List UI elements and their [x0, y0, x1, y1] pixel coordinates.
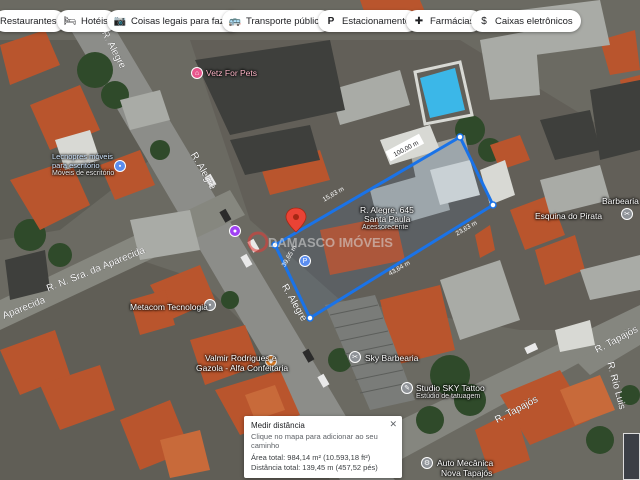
chip-parking[interactable]: P Estacionamento — [318, 10, 419, 32]
chip-label: Caixas eletrônicos — [495, 15, 573, 27]
furniture-store-icon[interactable]: ▪ — [114, 160, 126, 172]
chip-label: Coisas legais para fazer — [131, 15, 233, 27]
layer-thumbnail[interactable] — [623, 433, 640, 480]
place-label-metacom[interactable]: Metacom Tecnologia — [130, 302, 208, 312]
chip-transit[interactable]: 🚌 Transporte público — [222, 10, 333, 32]
chip-label: Farmácias — [430, 15, 475, 27]
transit-icon: 🚌 — [228, 15, 242, 27]
camera-icon: 📷 — [113, 15, 127, 27]
place-label-valmir-2: Gazola - Alfa Confeitaria — [196, 363, 289, 373]
hotel-icon: 🛏 — [63, 15, 77, 27]
place-label-pirata[interactable]: Esquina do Pirata — [535, 211, 602, 221]
watermark-text: DAMASCO IMÓVEIS — [268, 235, 393, 250]
atm-icon: $ — [481, 15, 487, 27]
place-label-sky-barbearia[interactable]: Sky Barbearia — [365, 353, 418, 363]
chip-atms[interactable]: $ Caixas eletrônicos — [471, 10, 581, 32]
parking-icon: P — [327, 15, 335, 27]
category-chips-bar: Restaurantes 🛏 Hotéis 📷 Coisas legais pa… — [0, 10, 640, 34]
place-label-lecnopres-sub2: Móveis de escritório — [52, 170, 115, 177]
measure-distance-card: ✕ Medir distância Clique no mapa para ad… — [244, 416, 402, 478]
place-label-studio-sky[interactable]: Studio SKY Tattoo — [416, 383, 485, 393]
satellite-map[interactable]: 100,00 m 15,63 m 23,63 m 43,64 m 39,65 m… — [0, 0, 640, 480]
chip-label: Hotéis — [81, 15, 108, 27]
chip-label: Transporte público — [246, 15, 325, 27]
close-icon[interactable]: ✕ — [389, 419, 397, 430]
auto-repair-icon[interactable]: ⚙ — [421, 457, 433, 469]
chip-restaurants[interactable]: Restaurantes — [0, 10, 65, 32]
chip-label: Restaurantes — [0, 15, 57, 27]
tattoo-studio-icon[interactable]: ✎ — [401, 382, 413, 394]
transit-marker-icon[interactable]: ● — [229, 225, 241, 237]
place-label-valmir[interactable]: Valmir Rodrigues e — [205, 353, 277, 363]
place-label-vetz[interactable]: Vetz For Pets — [206, 68, 257, 78]
place-label-barbearia[interactable]: Barbearia — [602, 196, 639, 206]
place-label-auto-mecanica[interactable]: Auto Mecânica — [437, 458, 493, 468]
barbershop-icon[interactable]: ✂ — [349, 351, 361, 363]
parking-marker-icon[interactable]: P — [299, 255, 311, 267]
chip-things-to-do[interactable]: 📷 Coisas legais para fazer — [107, 10, 241, 32]
measure-hint: Clique no mapa para adicionar ao seu cam… — [251, 432, 378, 450]
pet-store-icon[interactable]: ⌂ — [191, 67, 203, 79]
chip-label: Estacionamento — [342, 15, 411, 27]
measure-title: Medir distância — [251, 421, 305, 430]
place-label-studio-sub: Estúdio de tatuagem — [416, 393, 481, 400]
barbearia-icon[interactable]: ✂ — [621, 208, 633, 220]
place-label-santa-paula: Santa Paula — [364, 214, 411, 224]
measure-area: Área total: 984,14 m² (10.593,18 ft²) — [251, 453, 371, 462]
place-label-acesso: Acessorecente — [362, 224, 409, 231]
place-label-auto-mecanica-2: Nova Tapajós — [441, 468, 493, 478]
pharmacy-icon: ✚ — [414, 15, 424, 27]
measure-distance: Distância total: 139,45 m (457,52 pés) — [251, 463, 378, 472]
